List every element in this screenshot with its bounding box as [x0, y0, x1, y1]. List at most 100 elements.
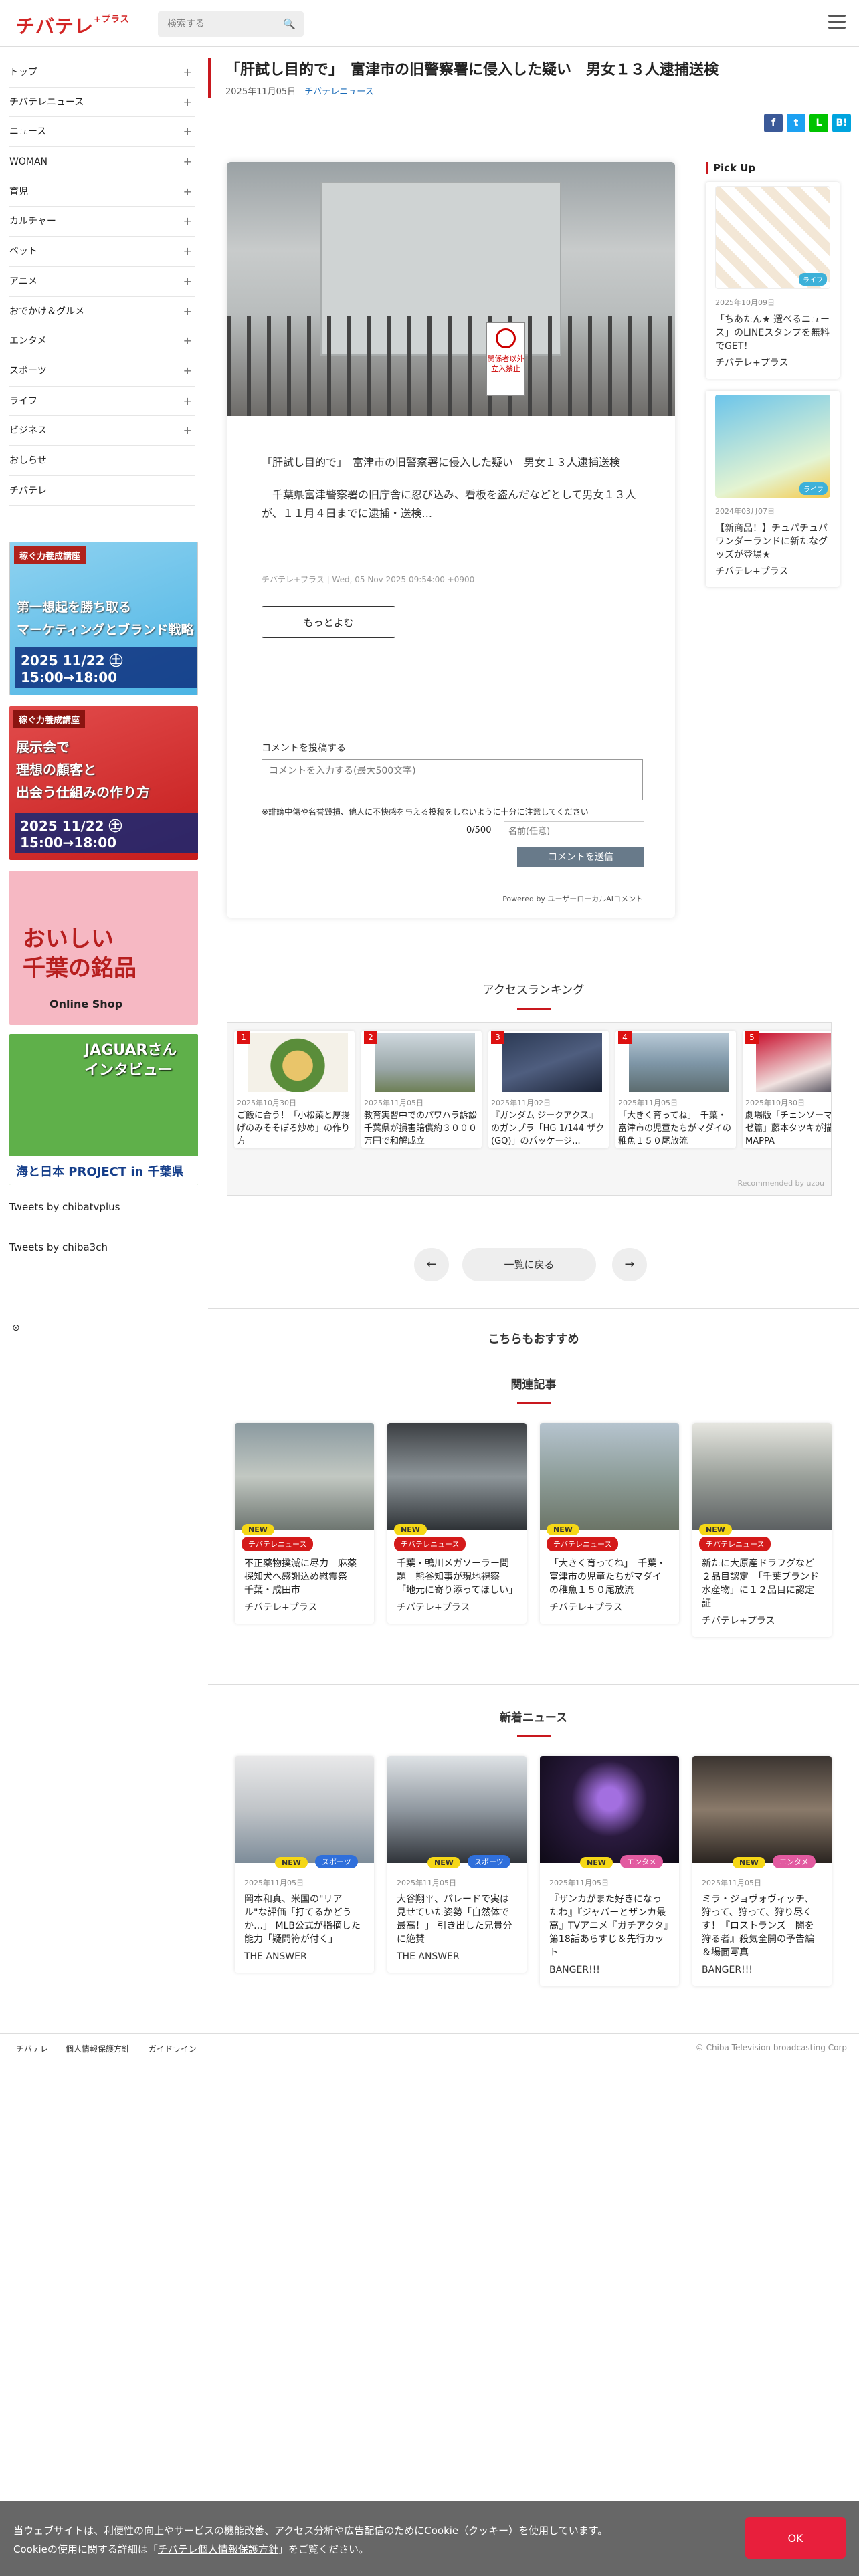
banner-title: おいしい 千葉の銘品 — [23, 926, 136, 982]
sidebar-item-chibatele[interactable]: チバテレ — [9, 476, 195, 506]
plus-icon: + — [183, 394, 192, 407]
new-badge: NEW — [580, 1857, 613, 1868]
comment-char-count: 0/500 — [466, 825, 492, 835]
sidebar-item-pet[interactable]: ペット + — [9, 237, 195, 267]
sidebar-item-odekake[interactable]: おでかけ＆グルメ + — [9, 297, 195, 327]
related-card[interactable]: NEW チバテレニュース 「大きく育ってね」 千葉・富津市の児童たちがマダイの稚… — [540, 1423, 679, 1624]
ranking-recommended-by[interactable]: Recommended by uzou — [737, 1179, 824, 1188]
comment-name-input[interactable] — [504, 821, 644, 841]
ranking-title: ご飯に合う！「小松菜と厚揚げのみそそぼろ炒め」の作り方 — [237, 1111, 351, 1146]
ranking-date: 2025年11月05日 — [618, 1099, 678, 1107]
latest-title: 岡本和真、米国の"リアル"な評価「打てるかどうか…」 MLB公式が指摘した能力「… — [244, 1894, 361, 1945]
divider — [208, 1684, 859, 1685]
article-photo[interactable]: 関係者以外立入禁止 — [227, 162, 675, 416]
banner-text: 展示会で 理想の顧客と 出会う仕組みの作り方 — [16, 739, 150, 800]
hatena-share-icon[interactable]: B! — [832, 114, 851, 132]
privacy-policy-link[interactable]: チバテレ個人情報保護方針 — [158, 2543, 278, 2555]
online-shop-banner[interactable]: おいしい 千葉の銘品 Online Shop — [9, 871, 198, 1025]
read-more-button[interactable]: もっとよむ — [262, 606, 395, 638]
seminar-banner-2[interactable]: 稼ぐ力養成講座 展示会で 理想の顧客と 出会う仕組みの作り方 2025 11/2… — [9, 706, 198, 860]
hamburger-menu-icon[interactable] — [828, 15, 846, 33]
pager: ← 一覧に戻る → — [414, 1248, 655, 1281]
related-card[interactable]: NEW チバテレニュース 千葉・鴨川メガソーラー問題 熊谷知事が現地視察「地元に… — [387, 1423, 527, 1624]
sidebar-item-life[interactable]: ライフ + — [9, 387, 195, 417]
ranking-date: 2025年11月02日 — [491, 1099, 551, 1107]
seminar-banner-1[interactable]: 稼ぐ力養成講座 第一想起を勝ち取る マーケティングとブランド戦略 2025 11… — [9, 542, 198, 695]
comment-warning: ※誹謗中傷や名誉毀損、他人に不快感を与える投稿をしないように十分に注意してくださ… — [262, 807, 589, 817]
pickup-card[interactable]: ライフ 2024年03月07日 【新商品！】チュパチュパワンダーランドに新たなグ… — [706, 391, 840, 587]
facebook-share-icon[interactable]: f — [764, 114, 783, 132]
site-logo[interactable]: チバテレ+プラス — [16, 12, 130, 39]
sidebar-item-anime[interactable]: アニメ + — [9, 267, 195, 297]
back-to-list-button[interactable]: 一覧に戻る — [462, 1248, 596, 1281]
ranking-item[interactable]: 3 2025年11月02日 『ガンダム ジークアクス』のガンプラ「HG 1/14… — [488, 1031, 609, 1148]
divider — [208, 1308, 859, 1309]
sidebar-item-woman[interactable]: WOMAN + — [9, 147, 195, 177]
latest-date: 2025年11月05日 — [702, 1879, 761, 1887]
latest-card[interactable]: NEW エンタメ 2025年11月05日 『ザンカがまた好きになったわ』『ジャバー… — [540, 1756, 679, 1986]
footer-copyright: © Chiba Television broadcasting Corp — [695, 2043, 847, 2052]
footer-link-guideline[interactable]: ガイドライン — [149, 2043, 197, 2054]
latest-title: 大谷翔平、パレードで実は見せていた姿勢「自然体で最高！」 引き出した兄貴分に絶賛 — [397, 1894, 512, 1945]
twitter-share-icon[interactable]: t — [787, 114, 805, 132]
banner-date: 2025 11/22 ㊏ 15:00→18:00 — [15, 813, 198, 853]
jaguar-interview-banner[interactable]: JAGUARさん インタビュー 海と日本 PROJECT in 千葉県 — [9, 1034, 198, 1185]
comment-textarea[interactable] — [262, 759, 643, 800]
search-icon[interactable]: 🔍 — [283, 18, 296, 30]
pickup-title: 【新商品！】チュパチュパワンダーランドに新たなグッズが登場★ — [715, 523, 828, 560]
latest-card[interactable]: NEW スポーツ 2025年11月05日 大谷翔平、パレードで実は見せていた姿勢「… — [387, 1756, 527, 1973]
sidebar-item-chibatele-news[interactable]: チバテレニュース + — [9, 88, 195, 118]
sidebar-item-ikuji[interactable]: 育児 + — [9, 177, 195, 207]
ranking-image — [502, 1033, 602, 1092]
pickup-badge: ライフ — [799, 273, 827, 286]
plus-icon: + — [183, 364, 192, 377]
ranking-image — [756, 1033, 831, 1092]
category-badge: チバテレニュース — [547, 1537, 619, 1551]
banner-date: 2025 11/22 ㊏ 15:00→18:00 — [15, 647, 197, 688]
search-input[interactable] — [158, 11, 278, 37]
sidebar-item-culture[interactable]: カルチャー + — [9, 207, 195, 237]
related-card[interactable]: NEW チバテレニュース 不正薬物撲滅に尽力 麻薬探知犬へ感謝込め慰霊祭 千葉・… — [235, 1423, 374, 1624]
article-source-link[interactable]: チバテレニュース — [304, 87, 373, 97]
plus-icon: + — [183, 215, 192, 228]
ranking-item[interactable]: 1 2025年10月30日 ご飯に合う！「小松菜と厚揚げのみそそぼろ炒め」の作り… — [234, 1031, 355, 1148]
next-arrow-icon[interactable]: → — [612, 1248, 647, 1281]
comment-powered-by[interactable]: Powered by ユーザーローカルAIコメント — [502, 893, 643, 904]
plus-icon: + — [183, 125, 192, 138]
related-card[interactable]: NEW チバテレニュース 新たに大原産ドラフグなど２品目認定 「千葉ブランド水産… — [692, 1423, 832, 1637]
plus-icon: + — [183, 95, 192, 108]
article-card: 関係者以外立入禁止 「肝試し目的で」 富津市の旧警察署に侵入した疑い 男女１３人… — [227, 162, 675, 918]
footer-link-chibatele[interactable]: チバテレ — [16, 2043, 48, 2054]
new-badge: NEW — [547, 1524, 579, 1535]
comment-submit-button[interactable]: コメントを送信 — [517, 847, 644, 867]
gate-shape — [227, 316, 675, 416]
line-share-icon[interactable]: L — [809, 114, 828, 132]
sidebar: トップ + チバテレニュース + ニュース + WOMAN + 育児 + カルチャー + ペ… — [0, 47, 207, 2033]
site-header: チバテレ+プラス 🔍 — [0, 0, 859, 47]
sidebar-item-business[interactable]: ビジネス + — [9, 416, 195, 446]
prev-arrow-icon[interactable]: ← — [414, 1248, 449, 1281]
pickup-card[interactable]: ライフ 2025年10月09日 「ちあたん★ 選べるニュース」のLINEスタンプ… — [706, 182, 840, 379]
sidebar-item-entame[interactable]: エンタメ + — [9, 326, 195, 356]
ranking-item[interactable]: 2 2025年11月05日 教育実習中でのパワハラ訴訟 千葉県が損害賠償約３００… — [361, 1031, 482, 1148]
rss-icon[interactable]: ⊙ — [12, 1323, 20, 1333]
tweets-chibatvplus-link[interactable]: Tweets by chibatvplus — [9, 1201, 120, 1213]
tweets-chiba3ch-link[interactable]: Tweets by chiba3ch — [9, 1241, 108, 1253]
sidebar-item-oshirase[interactable]: おしらせ — [9, 446, 195, 476]
new-badge: NEW — [427, 1857, 460, 1868]
latest-card[interactable]: NEW エンタメ 2025年11月05日 ミラ・ジョヴォヴィッチ、狩って、狩って、… — [692, 1756, 832, 1986]
related-title: 不正薬物撲滅に尽力 麻薬探知犬へ感謝込め慰霊祭 千葉・成田市 — [244, 1558, 357, 1596]
latest-card[interactable]: NEW スポーツ 2025年11月05日 岡本和真、米国の"リアル"な評価「打てる… — [235, 1756, 374, 1973]
ranking-date: 2025年10月30日 — [745, 1099, 805, 1107]
cookie-ok-button[interactable]: OK — [745, 2517, 846, 2559]
new-badge: NEW — [733, 1857, 765, 1868]
sidebar-item-top[interactable]: トップ + — [9, 58, 195, 88]
sidebar-item-sports[interactable]: スポーツ + — [9, 356, 195, 387]
ranking-item[interactable]: 4 2025年11月05日 「大きく育ってね」 千葉・富津市の児童たちがマダイの… — [615, 1031, 736, 1148]
pickup-title: 「ちあたん★ 選べるニュース」のLINEスタンプを無料でGET！ — [715, 314, 830, 352]
footer-link-privacy[interactable]: 個人情報保護方針 — [66, 2043, 130, 2054]
sidebar-item-news[interactable]: ニュース + — [9, 117, 195, 148]
new-badge: NEW — [394, 1524, 427, 1535]
ranking-item[interactable]: 5 2025年10月30日 劇場版「チェンソーマン レゼ篇」藤本タツキが描く愛と… — [743, 1031, 831, 1148]
plus-icon: + — [183, 424, 192, 437]
